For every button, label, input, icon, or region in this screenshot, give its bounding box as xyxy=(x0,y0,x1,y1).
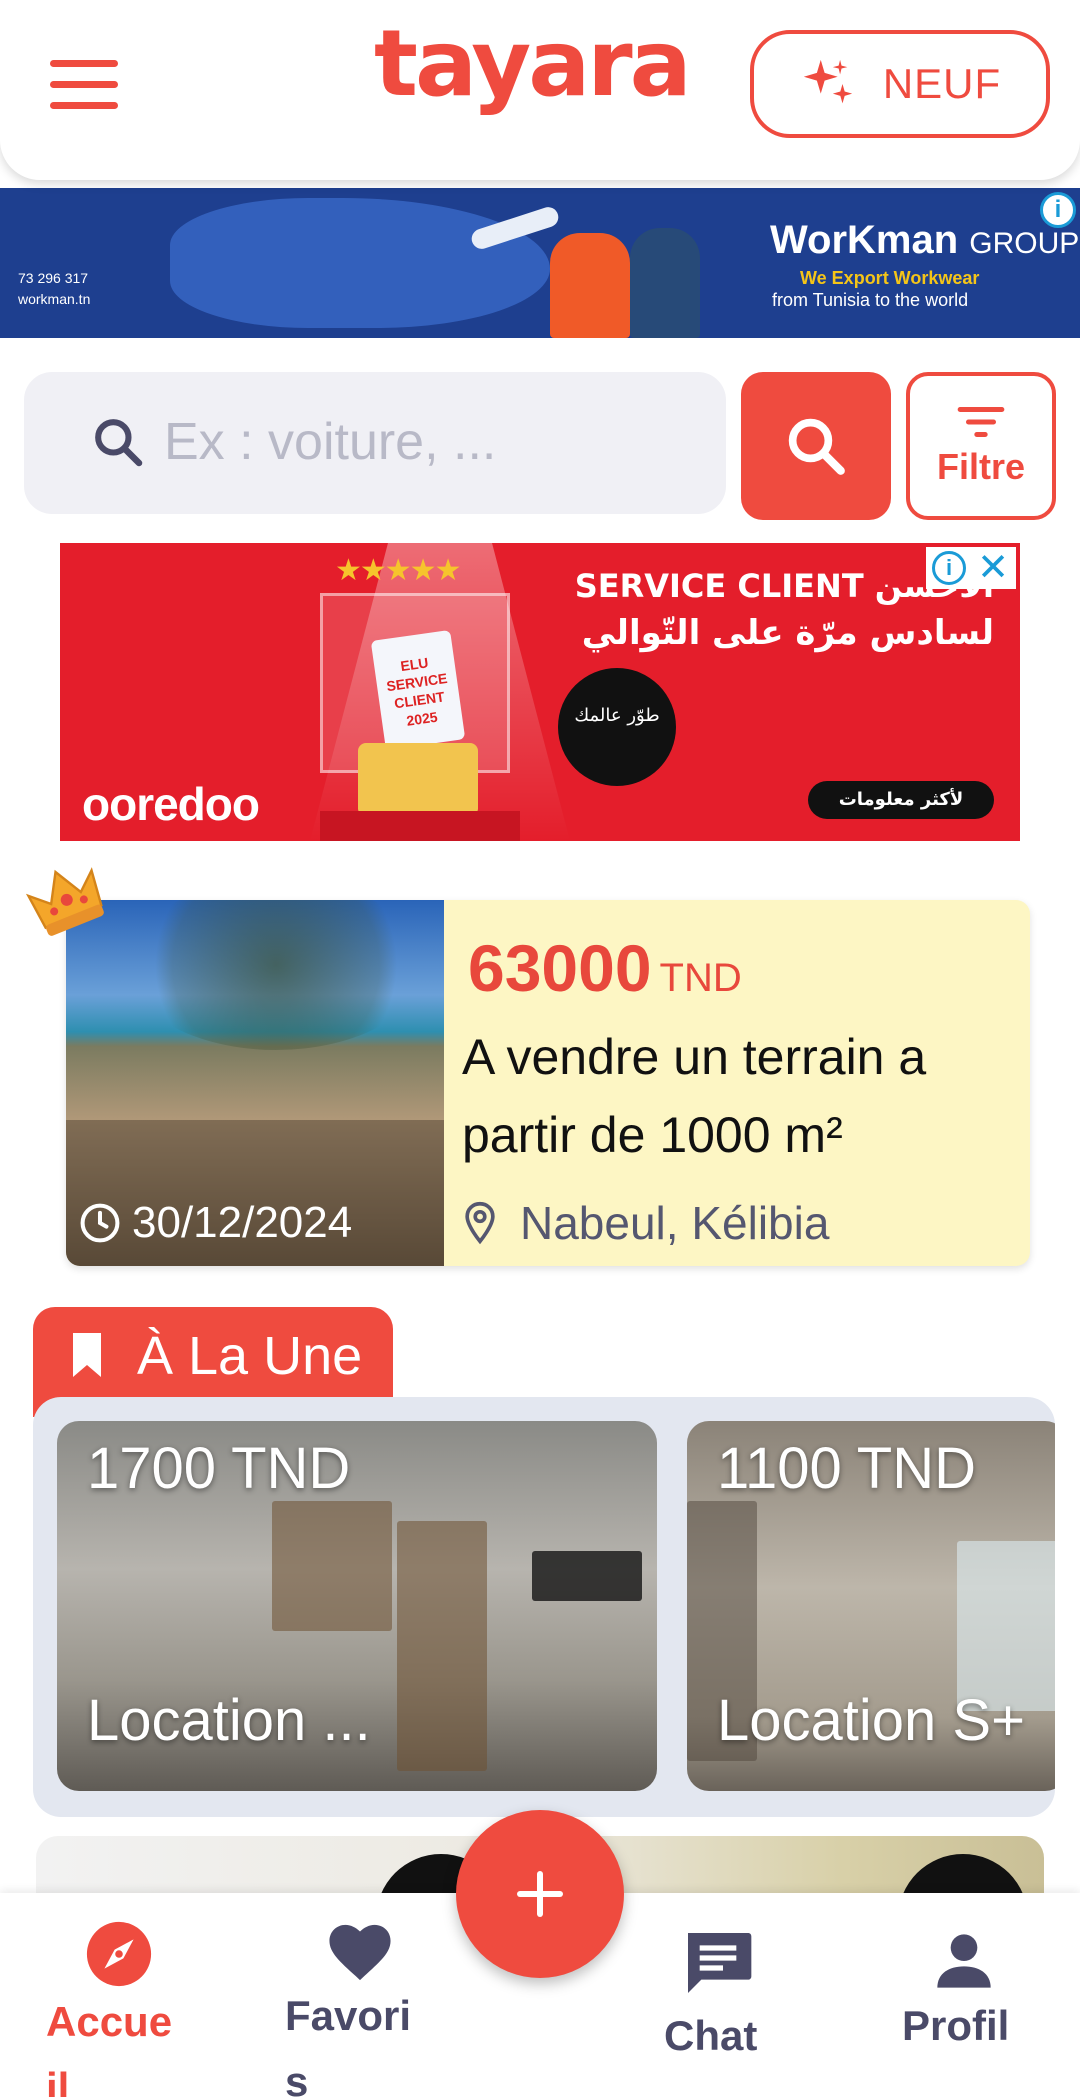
photo-detail xyxy=(397,1521,487,1771)
ad-cta-button[interactable]: لأكثر معلومات xyxy=(808,781,994,819)
ad-tagline: from Tunisia to the world xyxy=(772,290,969,310)
app-header: tayara NEUF xyxy=(0,0,1080,180)
filter-icon xyxy=(957,407,1005,437)
photo-detail xyxy=(532,1551,642,1601)
bookmark-icon xyxy=(73,1333,101,1377)
worker-image xyxy=(630,228,700,338)
add-listing-button[interactable] xyxy=(456,1810,624,1978)
ad-contact: 73 296 317 workman.tn xyxy=(18,268,90,310)
ad-close-icon[interactable]: ✕ xyxy=(974,547,1012,589)
award-badge: ELU SERVICE CLIENT 2025 xyxy=(370,629,466,751)
ad-headline: لسادس مرّة على التّوالي xyxy=(581,613,994,653)
nav-item-chat[interactable]: Chat xyxy=(664,1923,758,2069)
nav-label: Chat xyxy=(664,2012,758,2059)
workman-ad-banner[interactable]: 73 296 317 workman.tn WorKman GROUP We E… xyxy=(0,188,1080,338)
search-icon xyxy=(95,419,143,467)
neuf-label: NEUF xyxy=(882,60,1002,107)
stars-graphic: ★★★★★ xyxy=(335,554,461,587)
search-button[interactable] xyxy=(741,372,891,520)
featured-listing-card[interactable]: 1100 TND Location S+ xyxy=(687,1421,1055,1791)
search-box[interactable] xyxy=(24,372,726,514)
filter-label: Filtre xyxy=(936,446,1025,487)
pedestal-graphic xyxy=(358,743,478,813)
world-map-graphic xyxy=(170,198,550,328)
listing-photo: 30/12/2024 xyxy=(66,900,444,1266)
podium-graphic xyxy=(320,811,520,841)
search-input[interactable] xyxy=(164,402,704,482)
ad-controls: i ✕ xyxy=(926,547,1016,589)
compass-icon xyxy=(86,1921,152,1987)
listing-date: 30/12/2024 xyxy=(78,1198,352,1248)
featured-listing-card[interactable]: 1700 TND Location ... xyxy=(57,1421,657,1791)
neuf-button[interactable]: NEUF xyxy=(750,30,1050,138)
tayara-logo[interactable]: tayara xyxy=(374,18,692,110)
featured-price: 1700 TND xyxy=(87,1436,351,1501)
tree-graphic xyxy=(126,900,426,1050)
profile-icon xyxy=(937,1934,991,1988)
location-pin-icon xyxy=(465,1201,495,1245)
photo-detail xyxy=(957,1541,1055,1711)
menu-icon-bar xyxy=(50,102,118,109)
nav-label: Favori s xyxy=(285,1992,412,2097)
ooredoo-ad-banner[interactable]: ★★★★★ ELU SERVICE CLIENT 2025 SERVICE CL… xyxy=(60,543,1020,841)
featured-title: Location S+ xyxy=(717,1688,1025,1753)
ad-tagline: We Export Workwear xyxy=(800,268,980,288)
ooredoo-logo: ooredoo xyxy=(82,778,260,830)
ad-brand-suffix: GROUP xyxy=(969,227,1080,260)
premium-listing-card[interactable]: 30/12/2024 63000 TND A vendre un terrain … xyxy=(66,900,1030,1266)
ad-circle-badge: طوّر عالمك xyxy=(558,668,676,786)
sparkle-icon xyxy=(803,59,852,104)
ad-brand-name: WorKman xyxy=(770,218,959,262)
a-la-une-carousel[interactable]: 1700 TND Location ... 1100 TND Location … xyxy=(33,1397,1055,1817)
nav-label: Accue il xyxy=(46,1998,173,2097)
listing-price: 63000 TND xyxy=(468,930,742,1006)
menu-icon-bar xyxy=(50,81,118,88)
listing-price-value: 63000 xyxy=(468,931,652,1005)
nav-item-profil[interactable]: Profil xyxy=(902,1929,1009,2059)
listing-location: Nabeul, Kélibia xyxy=(462,1196,829,1250)
heart-icon xyxy=(329,1924,391,1981)
ad-phone: 73 296 317 xyxy=(18,270,89,286)
listing-location-text: Nabeul, Kélibia xyxy=(520,1197,830,1249)
nav-item-favoris[interactable]: Favori s xyxy=(285,1919,411,2097)
ad-info-icon[interactable]: i xyxy=(1040,192,1076,228)
photo-detail xyxy=(272,1501,392,1631)
chat-icon xyxy=(688,1933,752,1993)
nav-label: Profil xyxy=(902,2002,1010,2049)
ad-info-icon[interactable]: i xyxy=(932,551,966,585)
listing-price-currency: TND xyxy=(659,956,742,1000)
featured-title: Location ... xyxy=(87,1688,371,1753)
menu-icon-bar xyxy=(50,60,118,67)
crown-icon xyxy=(25,867,104,936)
plus-icon xyxy=(517,1871,563,1917)
listing-date-text: 30/12/2024 xyxy=(132,1198,353,1247)
featured-price: 1100 TND xyxy=(717,1436,976,1501)
nav-item-accueil[interactable]: Accue il xyxy=(46,1919,172,2097)
filter-button[interactable]: Filtre xyxy=(906,372,1056,520)
clock-icon xyxy=(80,1203,120,1243)
menu-button[interactable] xyxy=(50,60,118,110)
ad-site: workman.tn xyxy=(18,291,91,307)
search-icon xyxy=(788,418,845,475)
a-la-une-label: À La Une xyxy=(137,1326,363,1386)
ad-brand: WorKman GROUP xyxy=(770,218,1079,263)
listing-title: A vendre un terrain a partir de 1000 m² xyxy=(462,1029,927,1163)
worker-image xyxy=(550,233,630,338)
